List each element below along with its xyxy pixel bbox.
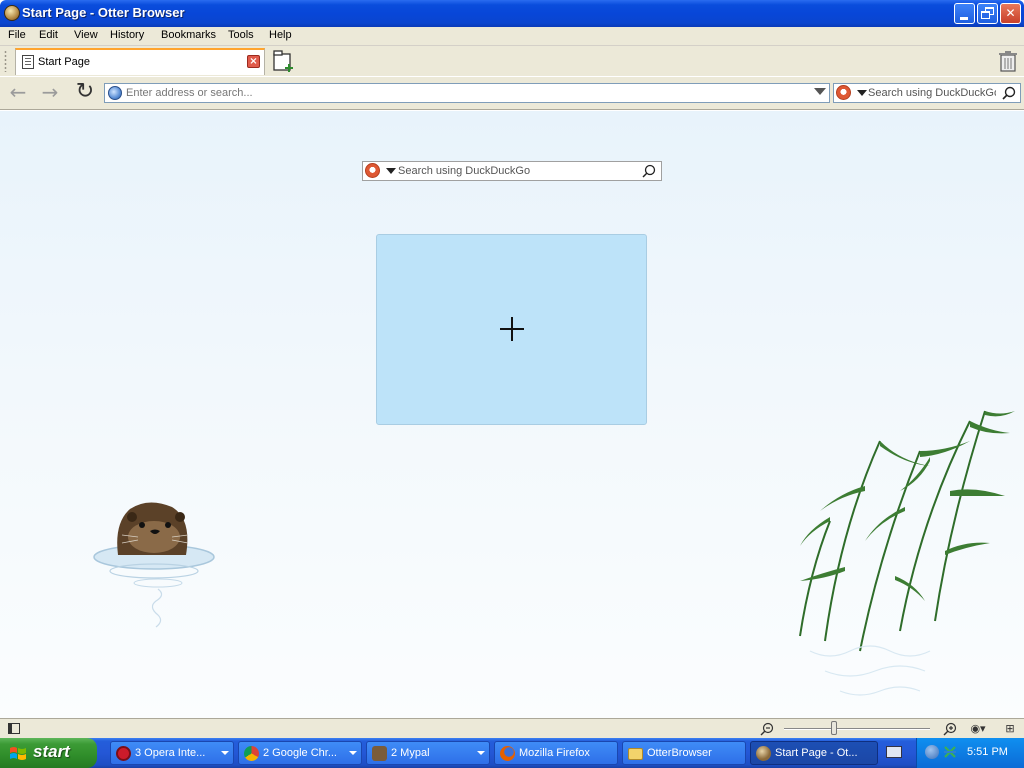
otter-browser-icon[interactable] [4, 5, 20, 21]
taskbar-item-mypal[interactable]: 2 Mypal [366, 741, 490, 765]
start-button[interactable]: start [0, 738, 97, 768]
chevron-down-icon [221, 751, 229, 755]
system-tray: 5:51 PM [916, 738, 1024, 768]
otter-illustration [93, 502, 215, 628]
taskbar-item-label: 2 Mypal [391, 747, 430, 759]
menu-history[interactable]: History [110, 29, 144, 41]
taskbar-item-chrome[interactable]: 2 Google Chr... [238, 741, 362, 765]
address-input[interactable] [126, 85, 806, 101]
chevron-down-icon [477, 751, 485, 755]
close-button[interactable]: ✕ [1000, 3, 1021, 24]
taskbar-item-otterbrowser-folder[interactable]: OtterBrowser [622, 741, 746, 765]
zoom-slider-thumb[interactable] [831, 721, 837, 735]
menu-view[interactable]: View [74, 29, 98, 41]
close-icon: × [249, 56, 258, 67]
reload-button[interactable]: ↻ [72, 81, 98, 105]
network-icon[interactable] [925, 745, 939, 759]
title-bar: Start Page - Otter Browser ✕ [0, 0, 1024, 27]
otter-icon [756, 746, 771, 761]
taskbar-item-label: 3 Opera Inte... [135, 747, 206, 759]
plus-icon [500, 317, 524, 341]
address-dropdown-icon[interactable] [814, 88, 826, 95]
menu-bookmarks[interactable]: Bookmarks [161, 29, 216, 41]
firefox-icon [500, 746, 515, 761]
speed-dial-add-tile[interactable] [376, 234, 647, 425]
chevron-down-icon [349, 751, 357, 755]
windows-flag-icon [10, 747, 26, 760]
taskbar-item-opera[interactable]: 3 Opera Inte... [110, 741, 234, 765]
start-page-search-input[interactable] [398, 164, 633, 178]
sidebar-toggle-icon[interactable] [8, 723, 20, 734]
menu-bar: File Edit View History Bookmarks Tools H… [0, 27, 1024, 46]
back-button[interactable]: ← [5, 81, 31, 105]
toolbar-grip[interactable] [4, 50, 7, 72]
menu-edit[interactable]: Edit [39, 29, 58, 41]
new-tab-icon[interactable] [272, 50, 296, 72]
window-title: Start Page - Otter Browser [22, 5, 185, 20]
taskbar-item-otter-browser[interactable]: Start Page - Ot... [750, 741, 878, 765]
taskbar-item-label: 2 Google Chr... [263, 747, 337, 759]
navigation-toolbar: ← → ↻ [0, 77, 1024, 110]
tab-close-button[interactable]: × [247, 55, 260, 68]
close-icon: ✕ [1005, 6, 1016, 20]
start-page-content [0, 111, 1024, 718]
search-icon[interactable] [642, 164, 656, 178]
zoom-slider-track[interactable] [784, 728, 930, 730]
taskbar-item-label: OtterBrowser [647, 747, 712, 759]
search-engine-dropdown-icon[interactable] [386, 168, 396, 174]
network-status-icon[interactable]: ⊞ [1003, 722, 1017, 736]
trash-icon[interactable] [998, 50, 1018, 72]
opera-icon [116, 746, 131, 761]
tab-label: Start Page [38, 56, 90, 68]
chrome-icon [244, 746, 259, 761]
cookie-policy-icon[interactable]: ◉▾ [967, 722, 989, 736]
menu-help[interactable]: Help [269, 29, 292, 41]
taskbar: start 3 Opera Inte... 2 Google Chr... 2 … [0, 738, 1024, 768]
forward-arrow-icon: → [41, 80, 59, 104]
minimize-icon [960, 17, 968, 20]
toolbar-search-box[interactable] [833, 83, 1021, 103]
back-arrow-icon: ← [9, 80, 27, 104]
reload-icon: ↻ [75, 79, 95, 104]
minimize-button[interactable] [954, 3, 975, 24]
toolbar-search-input[interactable] [868, 86, 996, 100]
taskbar-item-label: Mozilla Firefox [519, 747, 590, 759]
mypal-icon [372, 746, 387, 761]
zoom-in-icon[interactable] [943, 722, 957, 736]
restore-front-icon [981, 11, 990, 19]
globe-icon [108, 86, 122, 100]
forward-button[interactable]: → [37, 81, 63, 105]
duckduckgo-icon [836, 85, 851, 100]
tab-bar: Start Page × [0, 46, 1024, 76]
address-bar[interactable] [104, 83, 830, 103]
search-icon[interactable] [1002, 86, 1016, 100]
tab-start-page[interactable]: Start Page × [15, 48, 265, 75]
start-page-search-box[interactable] [362, 161, 662, 181]
duckduckgo-icon [365, 163, 380, 178]
start-label: start [33, 742, 70, 761]
menu-tools[interactable]: Tools [228, 29, 254, 41]
reeds-illustration [799, 410, 1015, 696]
taskbar-item-label: Start Page - Ot... [775, 747, 858, 759]
security-shield-icon[interactable] [943, 745, 957, 759]
zoom-out-icon[interactable] [760, 722, 774, 736]
keyboard-layout-icon[interactable] [886, 746, 902, 758]
folder-icon [628, 748, 643, 760]
status-bar: ◉▾ ⊞ [0, 718, 1024, 738]
taskbar-item-firefox[interactable]: Mozilla Firefox [494, 741, 618, 765]
search-engine-dropdown-icon[interactable] [857, 90, 867, 96]
clock[interactable]: 5:51 PM [967, 746, 1008, 758]
restore-button[interactable] [977, 3, 998, 24]
menu-file[interactable]: File [8, 29, 26, 41]
document-icon [22, 55, 34, 69]
